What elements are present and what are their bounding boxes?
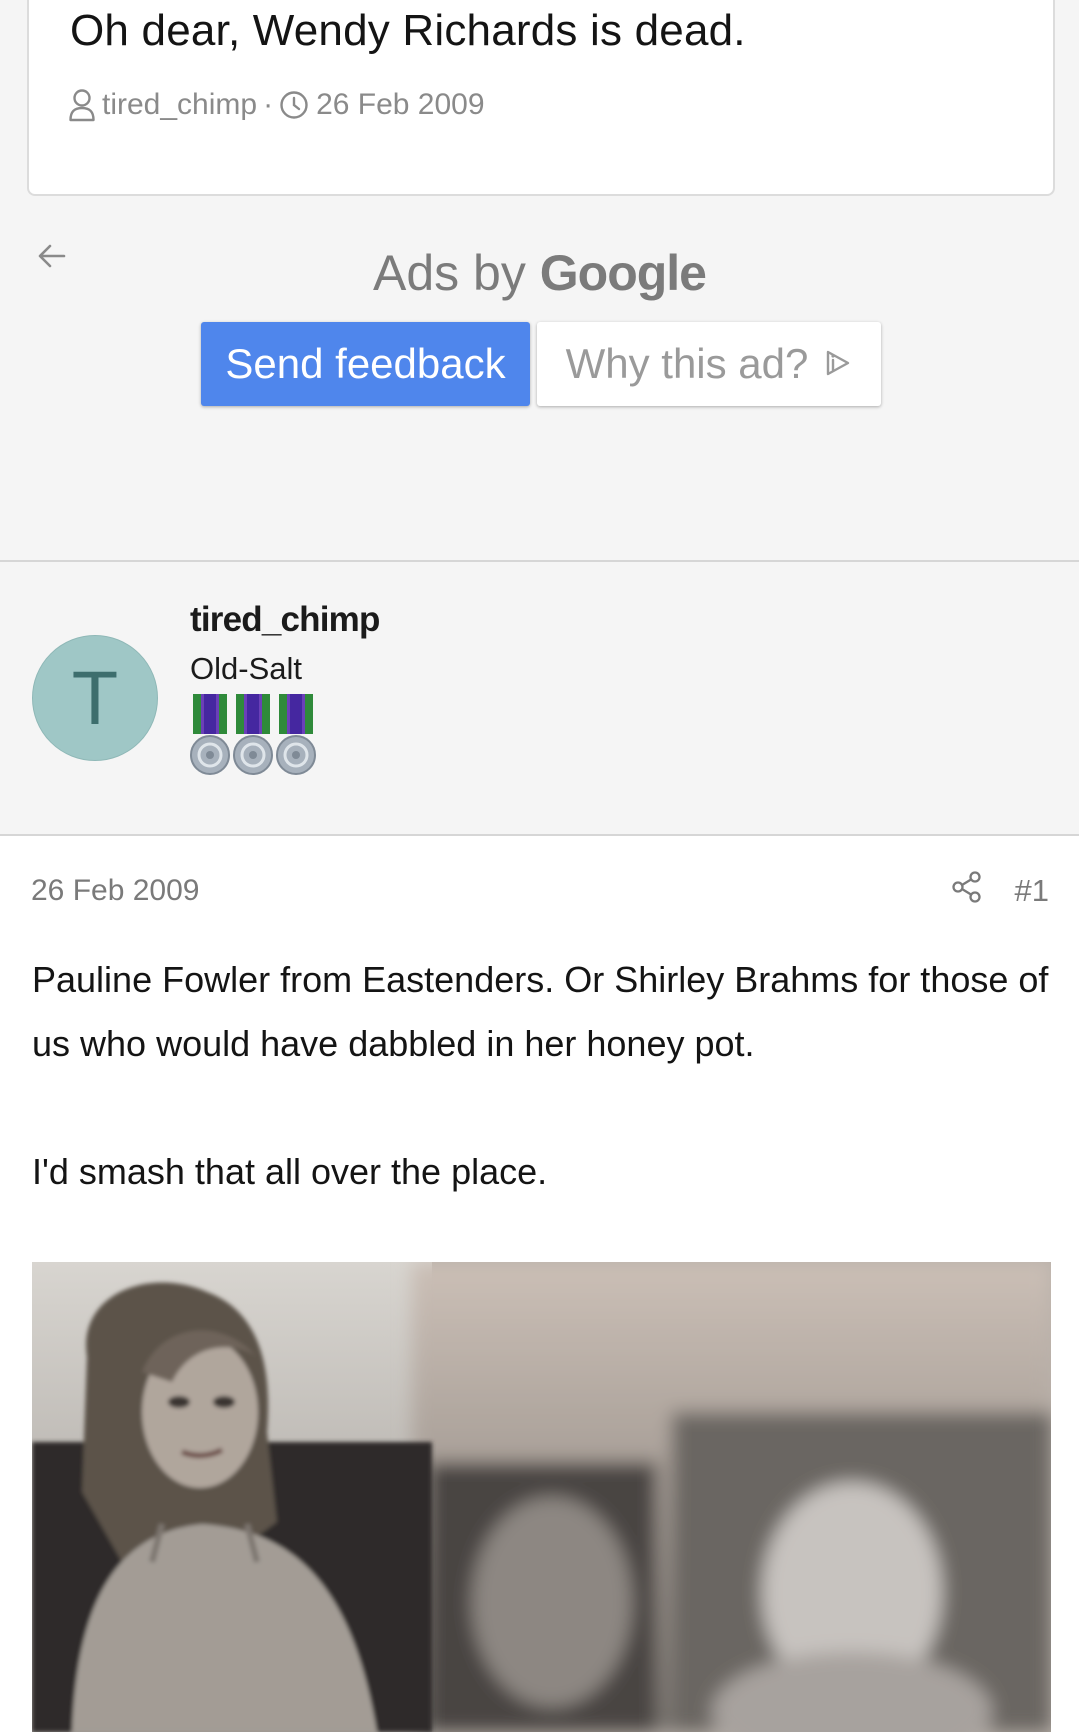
share-icon[interactable] — [951, 870, 983, 912]
user-title: Old-Salt — [190, 651, 302, 686]
post-date-link[interactable]: 26 Feb 2009 — [31, 874, 199, 908]
post-number-link[interactable]: #1 — [1015, 873, 1049, 909]
send-feedback-button[interactable]: Send feedback — [201, 322, 530, 406]
thread-author-link[interactable]: tired_chimp — [102, 88, 257, 122]
clock-icon — [279, 90, 309, 120]
why-this-ad-label: Why this ad? — [565, 340, 809, 387]
thread-title: Oh dear, Wendy Richards is dead. — [70, 6, 746, 55]
medal-icon — [190, 694, 230, 775]
medal-ribbons — [190, 692, 316, 780]
post-tools: #1 — [951, 870, 1049, 912]
post-paragraph: Pauline Fowler from Eastenders. Or Shirl… — [32, 959, 1049, 1064]
user-icon — [68, 88, 96, 122]
google-logo-text: Google — [539, 245, 707, 301]
ads-by-text: Ads by — [373, 245, 526, 301]
thread-header-card: Oh dear, Wendy Richards is dead. tired_c… — [27, 0, 1055, 196]
why-this-ad-button[interactable]: Why this ad? — [537, 322, 881, 406]
thread-meta: tired_chimp · 26 Feb 2009 — [68, 88, 485, 122]
avatar-letter: T — [71, 655, 119, 741]
post: 26 Feb 2009 #1 Pauline Fowler from Easte… — [0, 836, 1079, 1732]
post-user-block: T tired_chimp Old-Salt — [0, 562, 1079, 834]
adchoices-icon — [822, 340, 852, 388]
ads-by-google-label: Ads by Google — [0, 244, 1079, 302]
thread-date-link[interactable]: 26 Feb 2009 — [316, 88, 484, 122]
photo-illustration — [32, 1262, 1051, 1732]
ad-area: Ads by Google Send feedback Why this ad? — [0, 196, 1079, 560]
post-message: Pauline Fowler from Eastenders. Or Shirl… — [32, 948, 1052, 1268]
medal-icon — [233, 694, 273, 775]
meta-separator: · — [263, 88, 274, 121]
medal-icon — [276, 694, 316, 775]
post-paragraph: I'd smash that all over the place. — [32, 1151, 548, 1192]
post-username-link[interactable]: tired_chimp — [190, 600, 380, 640]
send-feedback-label: Send feedback — [225, 340, 506, 387]
page: Oh dear, Wendy Richards is dead. tired_c… — [0, 0, 1079, 1732]
post-image[interactable] — [32, 1262, 1051, 1732]
avatar[interactable]: T — [32, 635, 158, 761]
